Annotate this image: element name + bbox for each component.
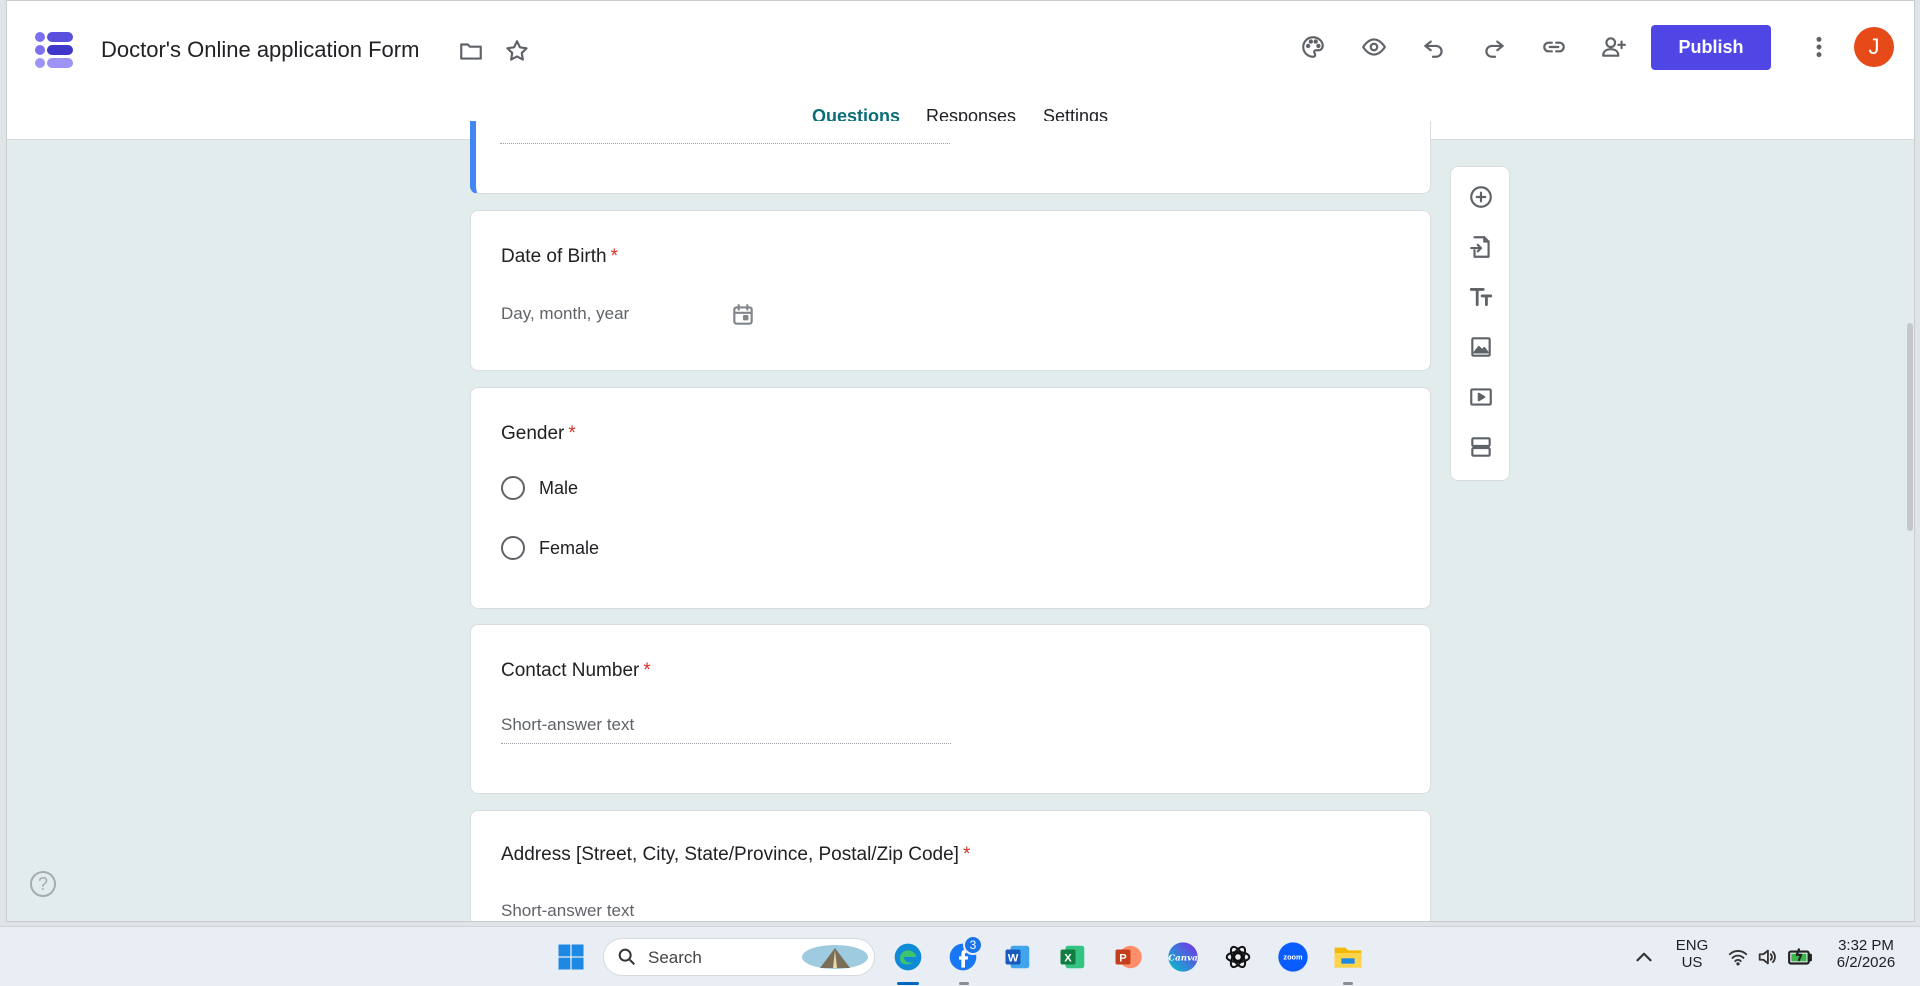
battery-charging-icon[interactable]: [1784, 941, 1816, 973]
radio-button[interactable]: [501, 476, 525, 500]
clock[interactable]: 3:32 PM 6/2/2026: [1826, 937, 1906, 971]
help-icon[interactable]: ?: [30, 871, 56, 897]
notification-badge: 3: [963, 935, 983, 955]
user-avatar[interactable]: J: [1854, 27, 1894, 67]
zoom-icon[interactable]: zoom: [1275, 939, 1311, 975]
add-section-icon[interactable]: [1465, 431, 1497, 463]
question-card-partial[interactable]: [470, 121, 1431, 194]
svg-text:X: X: [1064, 952, 1072, 964]
search-icon: [618, 948, 636, 966]
question-card-gender[interactable]: Gender * Male Female: [470, 387, 1431, 609]
import-questions-icon[interactable]: [1465, 231, 1497, 263]
browser-window: Doctor's Online application Form Publish: [6, 0, 1915, 922]
forms-logo-icon[interactable]: [33, 29, 75, 71]
search-highlight-icon: [802, 945, 868, 969]
option-label: Male: [539, 477, 579, 498]
chevron-up-icon[interactable]: [1628, 941, 1660, 973]
question-title: Date of Birth: [501, 246, 607, 267]
question-title: Gender: [501, 423, 565, 444]
add-collaborator-icon[interactable]: [1598, 31, 1630, 63]
edge-icon[interactable]: [890, 939, 926, 975]
date-placeholder: Day, month, year: [501, 304, 630, 323]
language-indicator[interactable]: ENG US: [1673, 937, 1711, 971]
taskbar-search[interactable]: Search: [603, 938, 875, 976]
required-asterisk: *: [643, 660, 651, 681]
short-answer-placeholder: Short-answer text: [501, 715, 635, 734]
redo-icon[interactable]: [1478, 31, 1510, 63]
required-asterisk: *: [610, 246, 619, 267]
powerpoint-icon[interactable]: P: [1110, 939, 1146, 975]
question-title: Address [Street, City, State/Province, P…: [501, 844, 959, 865]
question-card-address[interactable]: Address [Street, City, State/Province, P…: [470, 810, 1431, 921]
required-asterisk: *: [568, 423, 576, 444]
question-card-contact[interactable]: Contact Number * Short-answer text: [470, 624, 1431, 794]
calendar-icon[interactable]: [727, 299, 759, 331]
question-card-dob[interactable]: Date of Birth * Day, month, year: [470, 210, 1431, 371]
add-title-icon[interactable]: [1465, 281, 1497, 313]
wifi-icon[interactable]: [1722, 941, 1754, 973]
windows-start-icon[interactable]: [553, 939, 589, 975]
undo-icon[interactable]: [1418, 31, 1450, 63]
more-options-icon[interactable]: [1803, 31, 1835, 63]
folder-icon[interactable]: [455, 35, 487, 67]
short-answer-placeholder: Short-answer text: [501, 901, 635, 920]
volume-icon[interactable]: [1751, 941, 1783, 973]
preview-eye-icon[interactable]: [1358, 31, 1390, 63]
add-video-icon[interactable]: [1465, 381, 1497, 413]
add-image-icon[interactable]: [1465, 331, 1497, 363]
search-placeholder: Search: [648, 948, 702, 967]
svg-text:P: P: [1119, 952, 1127, 964]
radio-option-female[interactable]: Female: [501, 536, 599, 560]
form-title[interactable]: Doctor's Online application Form: [101, 37, 419, 63]
svg-text:W: W: [1008, 952, 1019, 964]
question-title: Contact Number: [501, 660, 640, 681]
palette-icon[interactable]: [1297, 31, 1329, 63]
taskbar: Search 3 W X P Canva zoom ENG US 3:32 PM…: [0, 926, 1920, 986]
svg-text:zoom: zoom: [1283, 953, 1303, 962]
canva-icon[interactable]: Canva: [1165, 939, 1201, 975]
option-label: Female: [539, 537, 600, 558]
required-asterisk: *: [962, 844, 971, 865]
chatgpt-icon[interactable]: [1220, 939, 1256, 975]
link-icon[interactable]: [1538, 31, 1570, 63]
excel-icon[interactable]: X: [1055, 939, 1091, 975]
file-explorer-icon[interactable]: [1330, 939, 1366, 975]
radio-button[interactable]: [501, 536, 525, 560]
add-question-icon[interactable]: [1465, 181, 1497, 213]
form-header: Doctor's Online application Form Publish: [7, 1, 1914, 140]
svg-text:Canva: Canva: [1168, 953, 1197, 963]
publish-button[interactable]: Publish: [1651, 25, 1771, 70]
star-icon[interactable]: [501, 35, 533, 67]
radio-option-male[interactable]: Male: [501, 476, 578, 500]
scrollbar-thumb[interactable]: [1907, 323, 1913, 531]
side-toolbar: [1450, 166, 1510, 481]
word-icon[interactable]: W: [1000, 939, 1036, 975]
